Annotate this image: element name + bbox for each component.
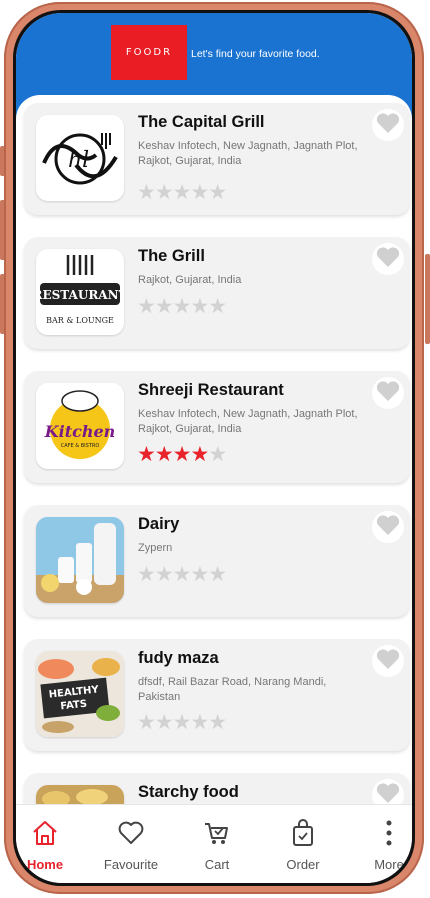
- restaurant-name: Dairy: [138, 515, 180, 533]
- rating-stars: ★★★★★: [137, 295, 227, 318]
- nav-order-label: Order: [286, 857, 320, 872]
- heart-icon: [376, 648, 400, 675]
- shopping-bag-icon: [289, 819, 317, 847]
- restaurant-list[interactable]: hl The Capital Grill Keshav Infotech, Ne…: [16, 95, 412, 805]
- star-icon: ★★★★★: [137, 711, 227, 734]
- tagline: Let's find your favorite food.: [191, 48, 320, 60]
- heart-icon: [376, 112, 400, 139]
- heart-icon: [376, 782, 400, 806]
- svg-text:hl: hl: [68, 148, 89, 173]
- app-screen: FOODR Let's find your favorite food. hl: [16, 13, 412, 883]
- star-icon: ★★★★★: [137, 181, 227, 204]
- favourite-button[interactable]: [372, 243, 404, 275]
- heart-icon: [376, 514, 400, 541]
- nav-cart-label: Cart: [204, 857, 230, 872]
- svg-text:BAR & LOUNGE: BAR & LOUNGE: [46, 316, 114, 325]
- star-icon: ★★★★★: [137, 295, 227, 318]
- svg-text:RESTAURANT: RESTAURANT: [36, 288, 124, 302]
- restaurant-address: Zypern: [138, 542, 173, 554]
- favourite-button[interactable]: [372, 511, 404, 543]
- phone-bezel: FOODR Let's find your favorite food. hl: [13, 10, 415, 886]
- nav-home[interactable]: Home: [16, 805, 88, 883]
- star-icon: ★★★★★: [137, 563, 227, 586]
- heart-icon: [117, 819, 145, 847]
- restaurant-address: Keshav Infotech, New Jagnath, Jagnath Pl…: [138, 408, 358, 435]
- restaurant-address: Rajkot, Gujarat, India: [138, 274, 242, 286]
- nav-more[interactable]: More: [346, 805, 412, 883]
- power-button: [425, 254, 430, 344]
- favourite-button[interactable]: [372, 779, 404, 805]
- bottom-navigation: Home Favourite Cart Order More: [16, 804, 412, 883]
- nav-favourite[interactable]: Favourite: [88, 805, 174, 883]
- rating-stars: ★★★★★: [137, 443, 227, 466]
- heart-icon: [376, 246, 400, 273]
- restaurant-address: Keshav Infotech, New Jagnath, Jagnath Pl…: [138, 140, 358, 167]
- phone-frame: FOODR Let's find your favorite food. hl: [4, 2, 424, 894]
- restaurant-card[interactable]: Kitchen CAFE & BISTRO Shreeji Restaurant…: [24, 371, 410, 483]
- svg-text:Kitchen: Kitchen: [44, 422, 116, 441]
- more-vertical-icon: [375, 819, 403, 847]
- nav-order[interactable]: Order: [260, 805, 346, 883]
- nav-more-label: More: [374, 857, 404, 872]
- restaurant-name: Starchy food: [138, 783, 239, 801]
- logo-text: FOODR: [125, 47, 173, 58]
- rating-stars: ★★★★★: [137, 181, 227, 204]
- restaurant-logo: hl: [36, 115, 124, 201]
- restaurant-card[interactable]: HEALTHY FATS fudy maza dfsdf, Rail Bazar…: [24, 639, 410, 751]
- restaurant-name: fudy maza: [138, 649, 219, 667]
- heart-icon: [376, 380, 400, 407]
- restaurant-name: Shreeji Restaurant: [138, 381, 284, 399]
- favourite-button[interactable]: [372, 109, 404, 141]
- star-icon: ★: [208, 443, 227, 466]
- star-icon: ★★★★: [137, 443, 209, 466]
- restaurant-logo: RESTAURANT BAR & LOUNGE: [36, 249, 124, 335]
- home-icon: [31, 819, 59, 847]
- restaurant-logo: Kitchen CAFE & BISTRO: [36, 383, 124, 469]
- restaurant-photo: HEALTHY FATS: [36, 651, 124, 737]
- nav-cart[interactable]: Cart: [174, 805, 260, 883]
- rating-stars: ★★★★★: [137, 563, 227, 586]
- rating-stars: ★★★★★: [137, 711, 227, 734]
- restaurant-name: The Grill: [138, 247, 205, 265]
- restaurant-card[interactable]: hl The Capital Grill Keshav Infotech, Ne…: [24, 103, 410, 215]
- foodr-logo: FOODR: [111, 25, 187, 80]
- restaurant-card[interactable]: RESTAURANT BAR & LOUNGE The Grill Rajkot…: [24, 237, 410, 349]
- cart-icon: [203, 819, 231, 847]
- favourite-button[interactable]: [372, 377, 404, 409]
- restaurant-name: The Capital Grill: [138, 113, 265, 131]
- restaurant-photo: [36, 785, 124, 805]
- restaurant-card[interactable]: Starchy food: [24, 773, 410, 805]
- nav-home-label: Home: [26, 857, 64, 872]
- nav-favourite-label: Favourite: [103, 857, 159, 872]
- favourite-button[interactable]: [372, 645, 404, 677]
- restaurant-card[interactable]: Dairy Zypern ★★★★★: [24, 505, 410, 617]
- svg-text:CAFE & BISTRO: CAFE & BISTRO: [61, 443, 100, 449]
- restaurant-photo: [36, 517, 124, 603]
- restaurant-address: dfsdf, Rail Bazar Road, Narang Mandi, Pa…: [138, 676, 327, 703]
